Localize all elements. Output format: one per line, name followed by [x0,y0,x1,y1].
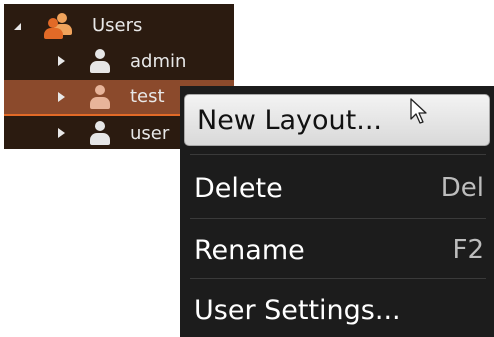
tree-item-label: admin [130,51,187,72]
menu-item-label: Rename [194,234,305,266]
context-menu: New Layout... Delete Del Rename F2 User … [180,86,494,337]
expand-arrow-icon[interactable] [14,23,21,30]
tree-item-label: user [130,123,170,144]
tree-item-admin[interactable]: admin [4,44,234,79]
user-icon [90,85,110,109]
tree-item-users[interactable]: Users [4,8,234,43]
menu-divider [190,154,486,155]
collapse-arrow-icon[interactable] [58,56,65,66]
menu-item-shortcut: F2 [452,235,485,265]
tree-item-label: test [130,86,165,107]
user-icon [90,121,110,145]
menu-item-label: New Layout... [197,104,383,136]
user-icon [90,49,110,73]
menu-item-label: User Settings... [194,294,401,326]
mouse-pointer-icon [410,98,427,124]
menu-item-user-settings[interactable]: User Settings... [180,282,494,337]
collapse-arrow-icon[interactable] [58,128,65,138]
menu-item-shortcut: Del [440,173,484,203]
menu-item-delete[interactable]: Delete Del [180,160,494,216]
menu-divider [190,278,486,279]
menu-item-rename[interactable]: Rename F2 [180,222,494,278]
menu-item-new-layout[interactable]: New Layout... [184,94,490,146]
menu-item-label: Delete [194,172,283,204]
collapse-arrow-icon[interactable] [58,92,65,102]
tree-item-label: Users [92,15,143,36]
user-group-icon [44,13,72,39]
menu-divider [190,218,486,219]
